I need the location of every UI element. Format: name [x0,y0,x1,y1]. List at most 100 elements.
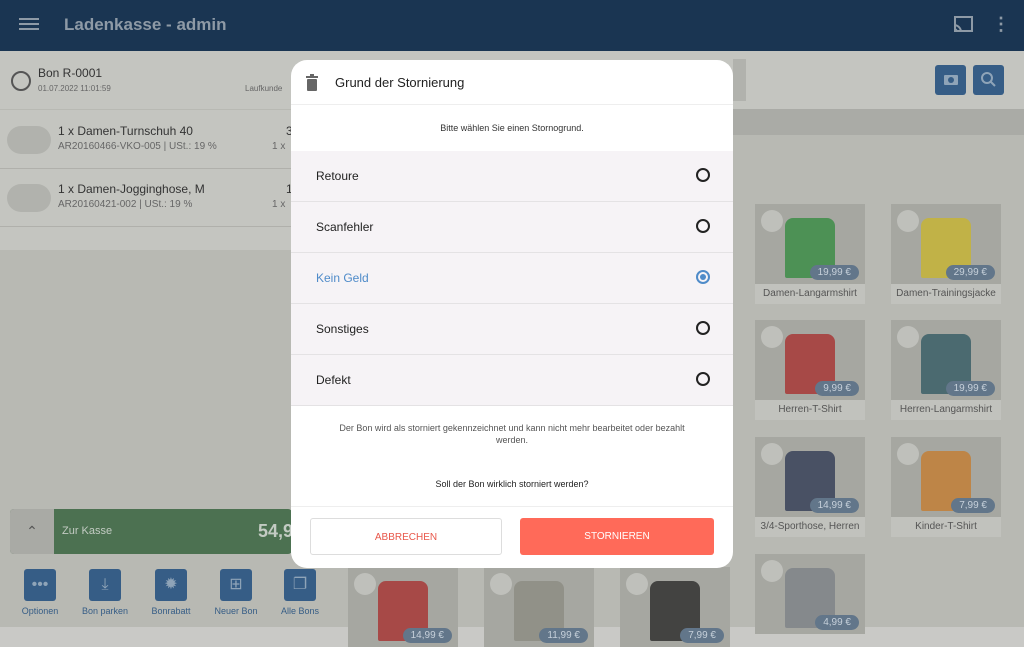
product-type-icon [490,573,512,595]
bon-item-list: 1 x Damen-Turnschuh 40 AR20160466-VKO-00… [0,110,293,250]
camera-icon [944,75,958,85]
product-price: 29,99 € [945,265,995,280]
product-tile[interactable]: 29,99 € Damen-Trainingsjacke [891,204,1001,304]
confirm-storno-button[interactable]: STORNIEREN [520,518,714,555]
all-bons-button[interactable]: ❐ Alle Bons [270,569,330,616]
more-vert-icon[interactable]: ⋮ [992,14,1010,36]
reason-option-kein-geld[interactable]: Kein Geld [291,253,733,304]
park-bon-label: Bon parken [81,606,129,616]
trash-icon [306,74,318,91]
product-price: 14,99 € [809,498,859,513]
radio-button[interactable] [696,270,710,284]
bon-discount-button[interactable]: ✹ Bonrabatt [141,569,201,616]
product-price: 11,99 € [539,628,588,643]
park-bon-button[interactable]: ⤓ Bon parken [75,569,135,616]
cancel-button[interactable]: ABBRECHEN [310,518,502,555]
product-tile[interactable]: 11,99 € [484,567,594,647]
item-details: AR20160466-VKO-005 | USt.: 19 % [58,141,217,152]
search-field[interactable] [733,59,746,101]
all-bons-label: Alle Bons [280,606,320,616]
cast-icon[interactable] [953,16,973,34]
chevron-up-icon[interactable]: ⌃ [10,509,54,554]
product-type-icon [897,326,919,348]
checkout-label: Zur Kasse [62,525,113,537]
dialog-header: Grund der Stornierung [291,60,733,105]
add-bon-icon: ⊞ [220,569,252,601]
new-bon-label: Neuer Bon [214,606,258,616]
product-price: 19,99 € [945,381,995,396]
all-bons-icon: ❐ [284,569,316,601]
item-type-icon [7,184,51,212]
dialog-prompt: Bitte wählen Sie einen Stornogrund. [440,123,584,133]
product-type-icon [761,326,783,348]
product-price: 4,99 € [815,615,859,630]
cancel-reason-dialog: Grund der Stornierung Bitte wählen Sie e… [291,60,733,568]
product-tile[interactable]: 7,99 € Kinder-T-Shirt [891,437,1001,537]
product-type-icon [761,443,783,465]
product-price: 7,99 € [951,498,995,513]
item-type-icon [7,126,51,154]
product-tile[interactable]: 14,99 € 3/4-Sporthose, Herren [755,437,865,537]
product-tile[interactable]: 7,99 € [620,567,730,647]
product-name: Herren-Langarmshirt [899,404,993,415]
checkout-amount: 54,9 [258,521,294,541]
divider [291,506,733,507]
bon-discount-label: Bonrabatt [151,606,191,616]
reason-label: Sonstiges [316,322,369,336]
search-button[interactable] [973,65,1004,95]
item-name: 1 x Damen-Jogginghose, M [58,182,205,196]
category-stripe [733,109,1024,135]
options-label: Optionen [21,606,59,616]
item-qty-detail: 1 x [272,141,286,152]
reason-option-retoure[interactable]: Retoure [291,151,733,202]
bon-customer: Laufkunde [245,84,283,93]
reason-label: Defekt [316,373,351,387]
checkout-bar[interactable]: ⌃ Zur Kasse 54,9 [10,509,294,554]
product-tile[interactable]: 14,99 € [348,567,458,647]
new-bon-button[interactable]: ⊞ Neuer Bon [206,569,266,616]
discount-icon: ✹ [155,569,187,601]
product-tile[interactable]: 4,99 € [755,554,865,634]
camera-button[interactable] [935,65,966,95]
product-price: 9,99 € [815,381,859,396]
item-details: AR20160421-002 | USt.: 19 % [58,199,193,210]
radio-button[interactable] [696,168,710,182]
reason-option-defekt[interactable]: Defekt [291,355,733,406]
options-button[interactable]: ••• Optionen [10,569,70,616]
product-name: Damen-Langarmshirt [763,288,857,299]
product-tile[interactable]: 19,99 € Damen-Langarmshirt [755,204,865,304]
product-name: Kinder-T-Shirt [915,521,977,532]
reason-label: Retoure [316,169,359,183]
reason-label: Scanfehler [316,220,374,234]
radio-button[interactable] [696,219,710,233]
app-title: Ladenkasse - admin [64,15,227,34]
product-type-icon [761,560,783,582]
product-type-icon [626,573,648,595]
product-type-icon [897,443,919,465]
dialog-question: Soll der Bon wirklich storniert werden? [435,479,589,489]
product-type-icon [354,573,376,595]
product-price: 7,99 € [680,628,724,643]
product-tile[interactable]: 9,99 € Herren-T-Shirt [755,320,865,420]
bon-title: Bon R-0001 [38,66,103,80]
reason-option-sonstiges[interactable]: Sonstiges [291,304,733,355]
reason-label: Kein Geld [316,271,369,285]
product-name: 3/4-Sporthose, Herren [760,521,860,532]
search-icon [981,72,996,87]
item-qty-detail: 1 x [272,199,286,210]
product-type-icon [761,210,783,232]
item-name: 1 x Damen-Turnschuh 40 [58,124,193,138]
product-price: 19,99 € [809,265,859,280]
radio-button[interactable] [696,321,710,335]
bon-date: 01.07.2022 11:01:59 [38,84,111,93]
radio-button[interactable] [696,372,710,386]
dialog-title: Grund der Stornierung [335,75,465,90]
list-item[interactable]: 1 x Damen-Turnschuh 40 AR20160466-VKO-00… [0,110,293,169]
menu-icon[interactable] [19,15,39,35]
reason-option-scanfehler[interactable]: Scanfehler [291,202,733,253]
list-item[interactable]: 1 x Damen-Jogginghose, M AR20160421-002 … [0,168,293,227]
product-name: Herren-T-Shirt [778,404,842,415]
download-icon: ⤓ [89,569,121,601]
product-tile[interactable]: 19,99 € Herren-Langarmshirt [891,320,1001,420]
bon-status-icon [11,71,31,91]
